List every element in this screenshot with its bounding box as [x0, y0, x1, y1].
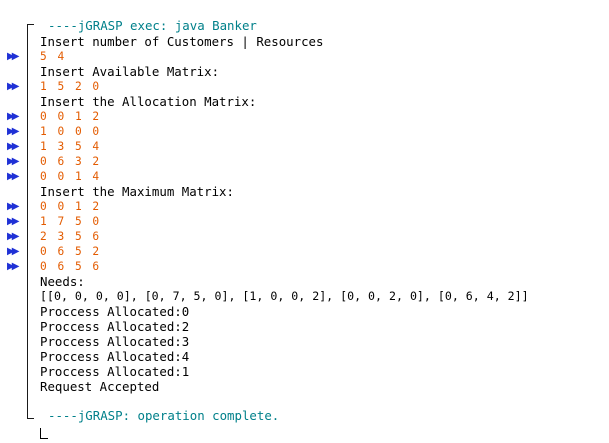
input-line: 2 3 5 6: [40, 230, 102, 243]
input-marker-icon: ▶▶: [7, 201, 20, 212]
input-marker-icon: ▶▶: [7, 216, 20, 227]
input-marker-icon: ▶▶: [7, 81, 20, 92]
needs-output-line: [[0, 0, 0, 0], [0, 7, 5, 0], [1, 0, 0, 2…: [40, 289, 529, 303]
input-marker-icon: ▶▶: [7, 231, 20, 242]
output-line: Insert the Allocation Matrix:: [40, 94, 257, 109]
input-marker-icon: ▶▶: [7, 171, 20, 182]
input-line: 1 3 5 4: [40, 140, 102, 153]
input-cursor[interactable]: [40, 428, 48, 439]
input-line: 1 0 0 0: [40, 125, 102, 138]
input-marker-icon: ▶▶: [7, 246, 20, 257]
output-line: Insert the Maximum Matrix:: [40, 184, 234, 199]
console-bracket: [27, 24, 28, 419]
input-line: 0 0 1 2: [40, 110, 102, 123]
output-line: Proccess Allocated:1: [40, 364, 190, 379]
output-line: Proccess Allocated:4: [40, 349, 190, 364]
input-line: 0 0 1 4: [40, 170, 102, 183]
input-line: 1 7 5 0: [40, 215, 102, 228]
input-line: 5 4: [40, 50, 67, 63]
input-line: 0 6 5 6: [40, 260, 102, 273]
output-line: Insert number of Customers | Resources: [40, 34, 324, 49]
console-bracket-top: [27, 24, 34, 25]
input-marker-icon: ▶▶: [7, 51, 20, 62]
exec-footer: ----jGRASP: operation complete.: [48, 408, 280, 423]
console-bracket-bottom: [27, 418, 34, 419]
input-line: 0 6 5 2: [40, 245, 102, 258]
output-line: Insert Available Matrix:: [40, 64, 220, 79]
input-marker-icon: ▶▶: [7, 156, 20, 167]
output-line: Proccess Allocated:0: [40, 304, 190, 319]
input-marker-icon: ▶▶: [7, 111, 20, 122]
input-marker-icon: ▶▶: [7, 126, 20, 137]
run-io-console[interactable]: ----jGRASP exec: java Banker Insert numb…: [0, 0, 609, 443]
output-line: Proccess Allocated:3: [40, 334, 190, 349]
input-line: 1 5 2 0: [40, 80, 102, 93]
input-line: 0 0 1 2: [40, 200, 102, 213]
output-line: Needs:: [40, 274, 85, 289]
output-line: Proccess Allocated:2: [40, 319, 190, 334]
input-marker-icon: ▶▶: [7, 261, 20, 272]
input-marker-icon: ▶▶: [7, 141, 20, 152]
output-line: Request Accepted: [40, 379, 160, 394]
input-line: 0 6 3 2: [40, 155, 102, 168]
exec-header: ----jGRASP exec: java Banker: [48, 18, 257, 33]
